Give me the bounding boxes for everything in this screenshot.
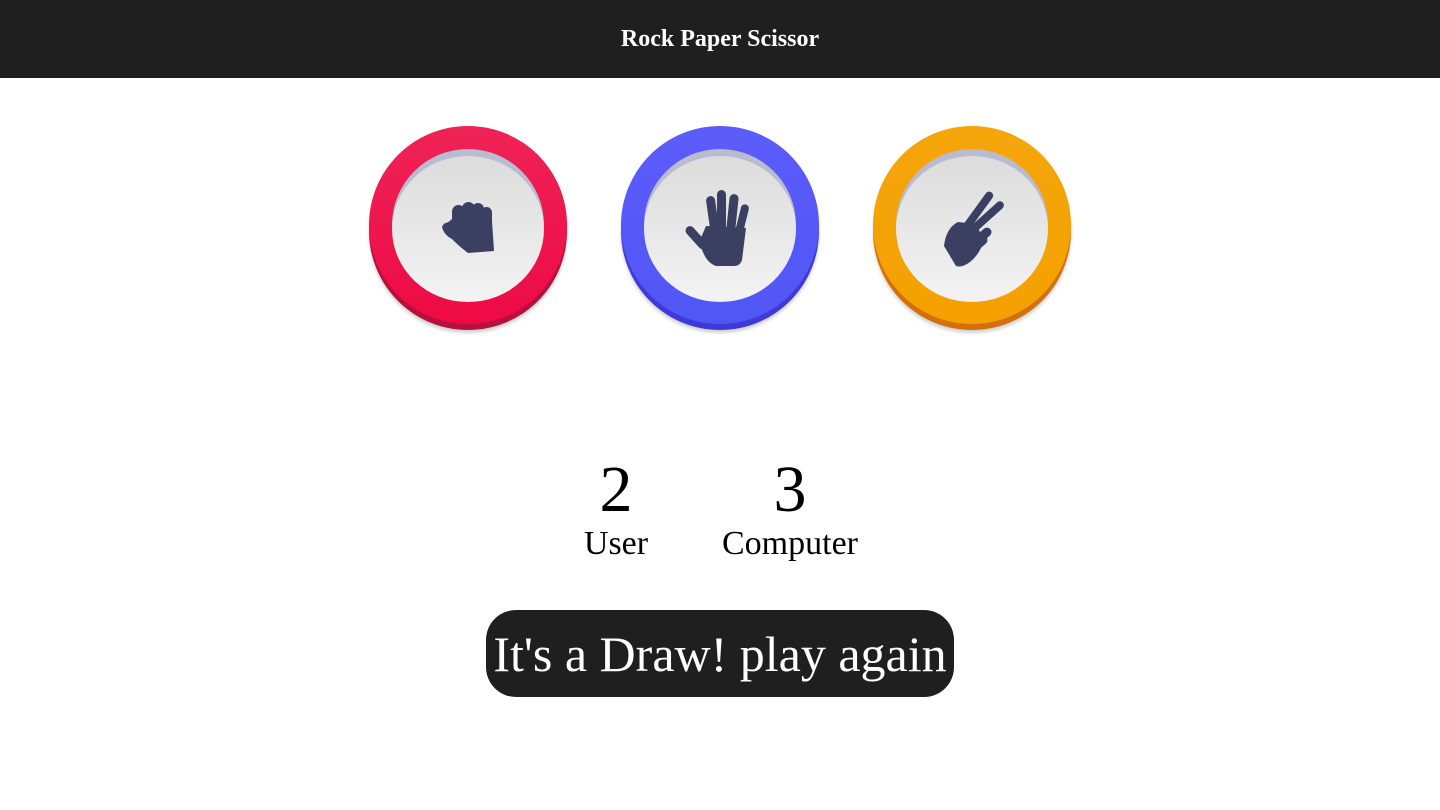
computer-score-label: Computer: [722, 525, 858, 562]
score-board: 2 User 3 Computer: [0, 455, 1440, 565]
computer-score-value: 3: [773, 453, 807, 526]
play-again-button[interactable]: It's a Draw! play again: [486, 610, 954, 697]
rock-button[interactable]: [369, 126, 567, 330]
paper-button-face: [644, 156, 796, 302]
scissor-button[interactable]: [873, 126, 1071, 330]
open-hand-icon: [685, 190, 749, 266]
user-score: 2 User: [566, 455, 666, 563]
paper-button[interactable]: [621, 126, 819, 330]
user-score-value: 2: [599, 453, 633, 526]
scissor-button-face: [896, 156, 1048, 302]
choices-row: [0, 126, 1440, 336]
user-score-label: User: [583, 525, 649, 562]
peace-hand-icon: [944, 191, 1004, 267]
fist-icon: [442, 202, 494, 253]
page-title: Rock Paper Scissor: [620, 25, 820, 52]
navbar: Rock Paper Scissor: [0, 0, 1440, 78]
computer-score: 3 Computer: [710, 455, 870, 563]
rock-button-face: [392, 156, 544, 302]
